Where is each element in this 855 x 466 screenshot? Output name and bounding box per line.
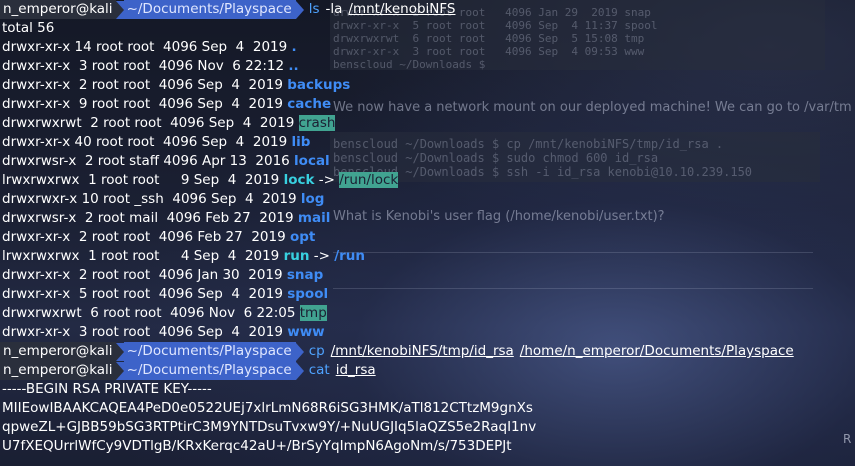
- listing-row: drwxrwsr-x 2 root staff 4096 Apr 13 2016…: [0, 152, 855, 171]
- row-perm: drwxr-xr-x 14 root root 4096 Sep 4 2019: [2, 39, 292, 55]
- command-name: cat: [308, 362, 330, 378]
- row-name: lib: [291, 134, 311, 150]
- listing-row: drwxr-xr-x 9 root root 4096 Sep 4 2019 c…: [0, 95, 855, 114]
- row-name: opt: [289, 229, 316, 245]
- row-name: www: [287, 324, 325, 340]
- row-perm: drwxrwsr-x 2 root mail 4096 Feb 27 2019: [2, 210, 298, 226]
- listing-row: drwxr-xr-x 5 root root 4096 Sep 4 2019 s…: [0, 285, 855, 304]
- command-flags: -la: [325, 1, 343, 17]
- listing-row: drwxrwxrwt 2 root root 4096 Sep 4 2019 c…: [0, 114, 855, 133]
- row-perm: drwxrwsr-x 2 root staff 4096 Apr 13 2016: [2, 153, 295, 169]
- prompt-end-icon: [295, 342, 304, 361]
- row-perm: drwxr-xr-x 2 root root 4096 Feb 27 2019: [2, 229, 290, 245]
- command-arg: id_rsa: [335, 362, 376, 378]
- key-line: qpweZL+GJBB59bSG3RTPtirC3M9YNTDsuTvxw9Y/…: [2, 419, 537, 435]
- listing-row: drwxrwxrwt 6 root root 4096 Nov 6 22:05 …: [0, 304, 855, 323]
- listing-row: drwxr-xr-x 14 root root 4096 Sep 4 2019 …: [0, 38, 855, 57]
- prompt-line-ls: n_emperor@kali ~/Documents/Playspace ls …: [0, 0, 855, 19]
- listing-row: drwxr-xr-x 2 root root 4096 Sep 4 2019 b…: [0, 76, 855, 95]
- prompt-user: n_emperor@kali: [0, 0, 116, 19]
- row-name: cache: [287, 96, 332, 112]
- symlink-arrow: ->: [309, 248, 335, 264]
- row-perm: drwxrwxrwt 6 root root 4096 Nov 6 22:05: [2, 305, 300, 321]
- row-name: tmp: [299, 305, 327, 321]
- row-name: snap: [286, 267, 324, 283]
- row-name: ..: [288, 58, 299, 74]
- command-arg-source: /mnt/kenobiNFS/tmp/id_rsa: [330, 343, 514, 359]
- rsa-key-output: -----BEGIN RSA PRIVATE KEY----- MIIEowIB…: [0, 380, 855, 456]
- row-name: .: [291, 39, 297, 55]
- row-name: mail: [297, 210, 331, 226]
- prompt-dir: ~/Documents/Playspace: [123, 0, 296, 19]
- prompt-line-cp: n_emperor@kali ~/Documents/Playspace cp …: [0, 342, 855, 361]
- terminal-window[interactable]: n_emperor@kali ~/Documents/Playspace ls …: [0, 0, 855, 456]
- prompt-end-icon: [295, 0, 304, 19]
- prompt-dir: ~/Documents/Playspace: [123, 342, 296, 361]
- row-perm: drwxr-xr-x 2 root root 4096 Sep 4 2019: [2, 77, 288, 93]
- key-line: MIIEowIBAAKCAQEA4PeD0e0522UEj7xlrLmN68R6…: [2, 400, 533, 416]
- row-perm: drwxr-xr-x 3 root root 4096 Sep 4 2019: [2, 324, 288, 340]
- listing-row: drwxr-xr-x 2 root root 4096 Feb 27 2019 …: [0, 228, 855, 247]
- command-arg-dest: /home/n_emperor/Documents/Playspace: [519, 343, 794, 359]
- row-perm: drwxr-xr-x 9 root root 4096 Sep 4 2019: [2, 96, 288, 112]
- row-name: lock: [283, 172, 315, 188]
- listing-row: drwxrwsr-x 2 root mail 4096 Feb 27 2019 …: [0, 209, 855, 228]
- symlink-target: /run/lock: [339, 172, 399, 188]
- row-perm: lrwxrwxrwx 1 root root 4 Sep 4 2019: [2, 248, 284, 264]
- row-name: run: [283, 248, 310, 264]
- row-name: crash: [298, 115, 336, 131]
- row-perm: drwxrwxr-x 10 root _ssh 4096 Sep 4 2019: [2, 191, 301, 207]
- prompt-separator-icon: [115, 361, 124, 380]
- prompt-end-icon: [295, 361, 304, 380]
- row-name: spool: [287, 286, 329, 302]
- listing-row: drwxr-xr-x 2 root root 4096 Jan 30 2019 …: [0, 266, 855, 285]
- listing-row: drwxr-xr-x 3 root root 4096 Sep 4 2019 w…: [0, 323, 855, 342]
- listing-row: lrwxrwxrwx 1 root root 4 Sep 4 2019 run …: [0, 247, 855, 266]
- listing-row: drwxr-xr-x 40 root root 4096 Sep 4 2019 …: [0, 133, 855, 152]
- row-perm: drwxr-xr-x 2 root root 4096 Jan 30 2019: [2, 267, 287, 283]
- row-name: log: [300, 191, 325, 207]
- listing-total: total 56: [2, 20, 55, 36]
- row-name: backups: [287, 77, 351, 93]
- command-name: cp: [308, 343, 325, 359]
- row-name: local: [294, 153, 330, 169]
- row-perm: drwxr-xr-x 5 root root 4096 Sep 4 2019: [2, 286, 288, 302]
- prompt-separator-icon: [115, 0, 124, 19]
- listing-row: lrwxrwxrwx 1 root root 9 Sep 4 2019 lock…: [0, 171, 855, 190]
- symlink-target: /run: [334, 248, 366, 264]
- row-perm: drwxr-xr-x 40 root root 4096 Sep 4 2019: [2, 134, 292, 150]
- command-name: ls: [308, 1, 320, 17]
- row-perm: lrwxrwxrwx 1 root root 9 Sep 4 2019: [2, 172, 284, 188]
- key-line: U7fXEQUrrlWfCy9VDTlgB/KRxKerqc42aU+/BrSy…: [2, 438, 512, 454]
- command-arg: /mnt/kenobiNFS: [348, 1, 456, 17]
- prompt-dir: ~/Documents/Playspace: [123, 361, 296, 380]
- row-perm: drwxr-xr-x 3 root root 4096 Nov 6 22:12: [2, 58, 289, 74]
- prompt-user: n_emperor@kali: [0, 342, 116, 361]
- prompt-line-cat: n_emperor@kali ~/Documents/Playspace cat…: [0, 361, 855, 380]
- symlink-arrow: ->: [314, 172, 340, 188]
- key-header: -----BEGIN RSA PRIVATE KEY-----: [2, 381, 212, 397]
- prompt-user: n_emperor@kali: [0, 361, 116, 380]
- listing-row: drwxr-xr-x 3 root root 4096 Nov 6 22:12 …: [0, 57, 855, 76]
- prompt-separator-icon: [115, 342, 124, 361]
- row-perm: drwxrwxrwt 2 root root 4096 Sep 4 2019: [2, 115, 299, 131]
- directory-listing: drwxr-xr-x 14 root root 4096 Sep 4 2019 …: [0, 38, 855, 342]
- listing-row: drwxrwxr-x 10 root _ssh 4096 Sep 4 2019 …: [0, 190, 855, 209]
